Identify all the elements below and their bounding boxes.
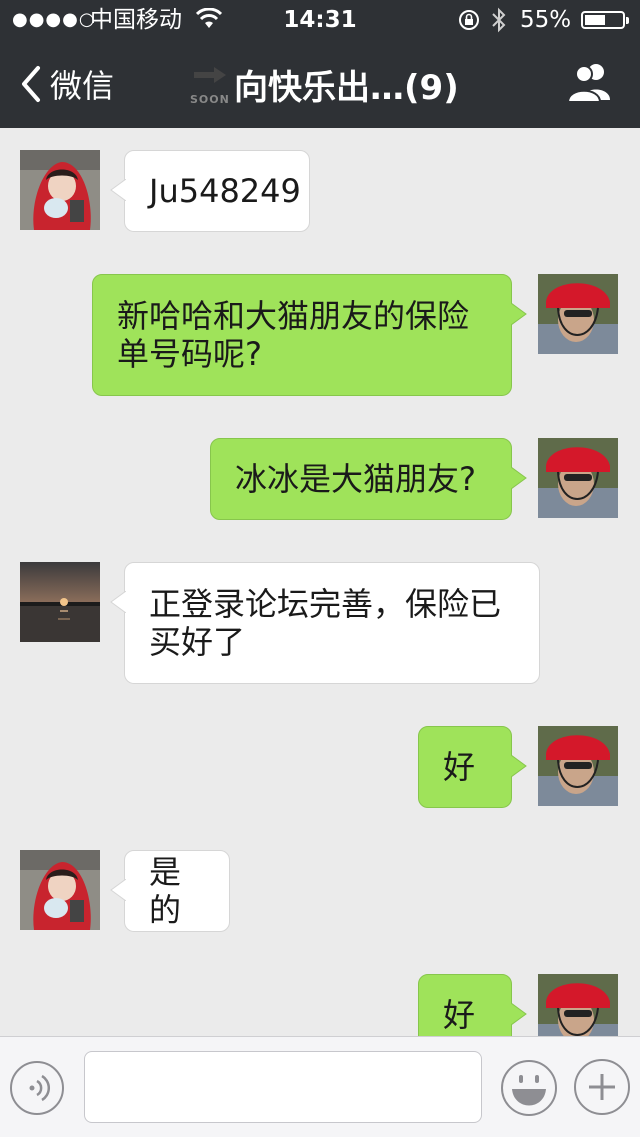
battery-level (585, 15, 605, 25)
avatar-girl-red-hood[interactable] (20, 150, 100, 230)
bubble-tail (110, 179, 126, 201)
bubble-tail (110, 591, 126, 613)
status-bar: ●●●●○ 中国移动 14:31 55% (0, 0, 640, 40)
back-label: 微信 (50, 67, 115, 105)
chevron-left-icon (22, 66, 40, 102)
nav-bar: 微信 SOON 向快乐出…(9) (0, 40, 640, 128)
message-bubble[interactable]: 正登录论坛完善，保险已 买好了 (124, 562, 540, 684)
back-button[interactable]: 微信 (18, 40, 114, 128)
soon-label: SOON (190, 93, 230, 106)
plus-icon (589, 1074, 615, 1100)
voice-icon (29, 1074, 51, 1102)
group-members-icon[interactable] (566, 60, 614, 104)
more-button[interactable] (574, 1059, 630, 1115)
avatar-girl-red-hood[interactable] (20, 850, 100, 930)
bubble-tail (511, 755, 527, 777)
message-bubble[interactable]: 冰冰是大猫朋友? (210, 438, 512, 520)
avatar-man-red-helmet[interactable] (538, 274, 618, 354)
message-text: 正登录论坛完善，保险已 买好了 (149, 585, 502, 661)
message-text: 好 (443, 748, 476, 786)
top-bar: ●●●●○ 中国移动 14:31 55% 微信 SOON 向快乐出…(9) (0, 0, 640, 128)
avatar-sunset-lake[interactable] (20, 562, 100, 642)
battery-icon (581, 11, 629, 29)
message-text: 是的 (149, 853, 182, 929)
bubble-tail (511, 1003, 527, 1025)
input-bar (0, 1036, 640, 1137)
chat-title[interactable]: SOON 向快乐出…(9) (188, 40, 459, 128)
message-input[interactable] (84, 1051, 482, 1123)
rotation-lock-icon (459, 10, 479, 30)
group-title: 向快乐出…(9) (234, 67, 459, 108)
bubble-tail (511, 467, 527, 489)
bubble-tail (110, 879, 126, 901)
message-text: 新哈哈和大猫朋友的保险 单号码呢? (117, 297, 470, 373)
emoji-icon[interactable] (500, 1059, 558, 1117)
voice-button[interactable] (10, 1061, 64, 1115)
soon-arrow-icon: SOON (188, 62, 232, 106)
bubble-tail (511, 303, 527, 325)
message-bubble[interactable]: 是的 (124, 850, 230, 932)
avatar-man-red-helmet[interactable] (538, 726, 618, 806)
avatar-man-red-helmet[interactable] (538, 438, 618, 518)
message-text: 冰冰是大猫朋友? (235, 460, 476, 498)
message-text: Ju548249 (149, 172, 301, 210)
message-bubble[interactable]: 新哈哈和大猫朋友的保险 单号码呢? (92, 274, 512, 396)
message-bubble[interactable]: 好 (418, 726, 512, 808)
message-bubble[interactable]: Ju548249 (124, 150, 310, 232)
battery-percent: 55% (520, 7, 572, 33)
bluetooth-icon (492, 7, 506, 33)
message-text: 好 (443, 996, 476, 1034)
